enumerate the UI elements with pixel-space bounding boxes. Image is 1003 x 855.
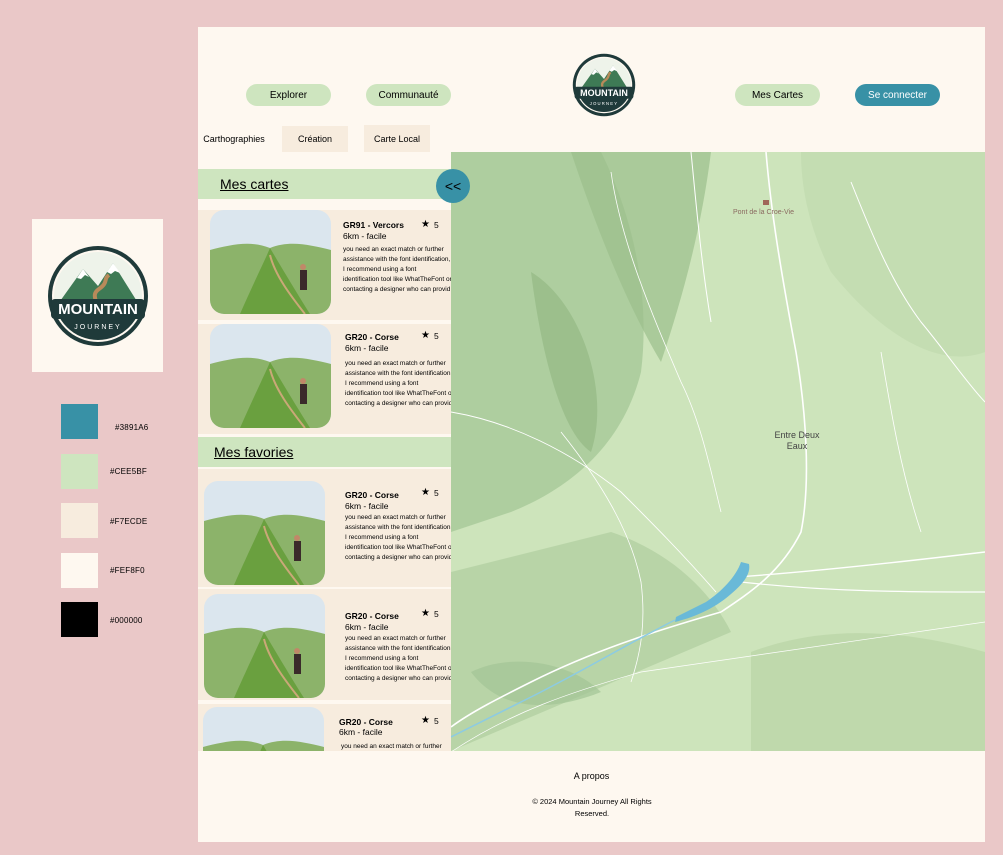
- swatch-black: [61, 602, 98, 637]
- mes-cartes-header: Mes cartes: [198, 169, 451, 199]
- card-subtitle: 6km - facile: [345, 501, 389, 511]
- nav-communaute-button[interactable]: Communauté: [366, 84, 451, 106]
- mes-cartes-title: Mes cartes: [220, 176, 289, 192]
- card-title: GR20 - Corse: [339, 717, 393, 727]
- svg-text:JOURNEY: JOURNEY: [74, 324, 121, 331]
- star-icon: ★: [421, 330, 430, 341]
- trail-photo: [210, 324, 331, 428]
- login-button[interactable]: Se connecter: [855, 84, 940, 106]
- card-title: GR91 - Vercors: [343, 220, 404, 230]
- swatch-green: [61, 454, 98, 489]
- card-subtitle: 6km - facile: [345, 622, 389, 632]
- map-place-entre-deux-eaux: Entre Deux Eaux: [769, 430, 825, 452]
- star-icon: ★: [421, 715, 430, 726]
- map-canvas: [451, 152, 985, 751]
- collapse-panel-button[interactable]: <<: [436, 169, 470, 203]
- card-description: you need an exact match or further: [341, 743, 442, 750]
- swatch-cream: [61, 553, 98, 588]
- svg-text:MOUNTAIN: MOUNTAIN: [580, 88, 628, 98]
- swatch-cream-label: #FEF8F0: [110, 566, 145, 575]
- swatch-beige: [61, 503, 98, 538]
- nav-mes-cartes-button[interactable]: Mes Cartes: [735, 84, 820, 106]
- svg-text:JOURNEY: JOURNEY: [590, 101, 618, 106]
- swatch-blue-label: #3891A6: [115, 423, 149, 432]
- card-rating: 5: [434, 716, 439, 726]
- card-title: GR20 - Corse: [345, 490, 399, 500]
- map-place-line2: Eaux: [786, 441, 808, 451]
- mes-favoris-title: Mes favories: [214, 444, 294, 460]
- card-title: GR20 - Corse: [345, 611, 399, 621]
- swatch-beige-label: #F7ECDE: [110, 517, 148, 526]
- card-description: you need an exact match or further assis…: [345, 360, 451, 407]
- swatch-blue: [61, 404, 98, 439]
- card-rating: 5: [434, 331, 439, 341]
- favorite-card-3[interactable]: GR20 - Corse 6km - facile ★ 5 you need a…: [198, 704, 451, 751]
- star-icon: ★: [421, 219, 430, 230]
- map-view[interactable]: Pont de la Croe-Vie Entre Deux Eaux: [451, 152, 985, 751]
- swatch-green-label: #CEE5BF: [110, 467, 147, 476]
- tab-creation[interactable]: Création: [282, 126, 348, 152]
- card-description: you need an exact match or further assis…: [343, 246, 451, 293]
- favorite-card-2[interactable]: GR20 - Corse 6km - facile ★ 5 you need a…: [198, 589, 451, 700]
- mountain-journey-logo: MOUNTAIN JOURNEY: [47, 245, 148, 346]
- card-rating: 5: [434, 609, 439, 619]
- map-card-1[interactable]: GR91 - Vercors 6km - facile ★ 5 you need…: [198, 210, 451, 320]
- app-frame: Explorer Communauté MOUNTAIN JOURNEY Mes…: [198, 27, 985, 842]
- tab-carthographies[interactable]: Carthographies: [198, 126, 270, 152]
- trail-photo: [210, 210, 331, 314]
- star-icon: ★: [421, 608, 430, 619]
- header-logo[interactable]: MOUNTAIN JOURNEY: [569, 52, 639, 118]
- card-title: GR20 - Corse: [345, 332, 399, 342]
- footer-copyright: © 2024 Mountain Journey All Rights Reser…: [532, 797, 652, 818]
- card-subtitle: 6km - facile: [345, 343, 389, 353]
- trail-photo: [204, 481, 325, 585]
- card-rating: 5: [434, 220, 439, 230]
- mes-favoris-header: Mes favories: [198, 437, 451, 467]
- star-icon: ★: [421, 487, 430, 498]
- tab-carte-local[interactable]: Carte Local: [364, 125, 430, 152]
- side-panel: Mes cartes GR91 - Vercors 6km - facile ★…: [198, 152, 451, 751]
- card-rating: 5: [434, 488, 439, 498]
- nav-explorer-button[interactable]: Explorer: [246, 84, 331, 106]
- swatch-black-label: #000000: [110, 616, 143, 625]
- card-subtitle: 6km - facile: [343, 231, 387, 241]
- trail-photo: [203, 707, 324, 751]
- card-subtitle: 6km - facile: [339, 727, 383, 737]
- favorite-card-1[interactable]: GR20 - Corse 6km - facile ★ 5 you need a…: [198, 469, 451, 587]
- map-place-line1: Entre Deux: [774, 430, 820, 440]
- svg-text:MOUNTAIN: MOUNTAIN: [58, 301, 138, 318]
- styleguide-logo-card: MOUNTAIN JOURNEY: [32, 219, 163, 372]
- card-description: you need an exact match or further assis…: [345, 635, 451, 682]
- map-place-pont: Pont de la Croe-Vie: [733, 209, 794, 216]
- card-description: you need an exact match or further assis…: [345, 514, 451, 561]
- map-card-2[interactable]: GR20 - Corse 6km - facile ★ 5 you need a…: [198, 324, 451, 434]
- footer-about-link[interactable]: A propos: [198, 771, 985, 781]
- trail-photo: [204, 594, 325, 698]
